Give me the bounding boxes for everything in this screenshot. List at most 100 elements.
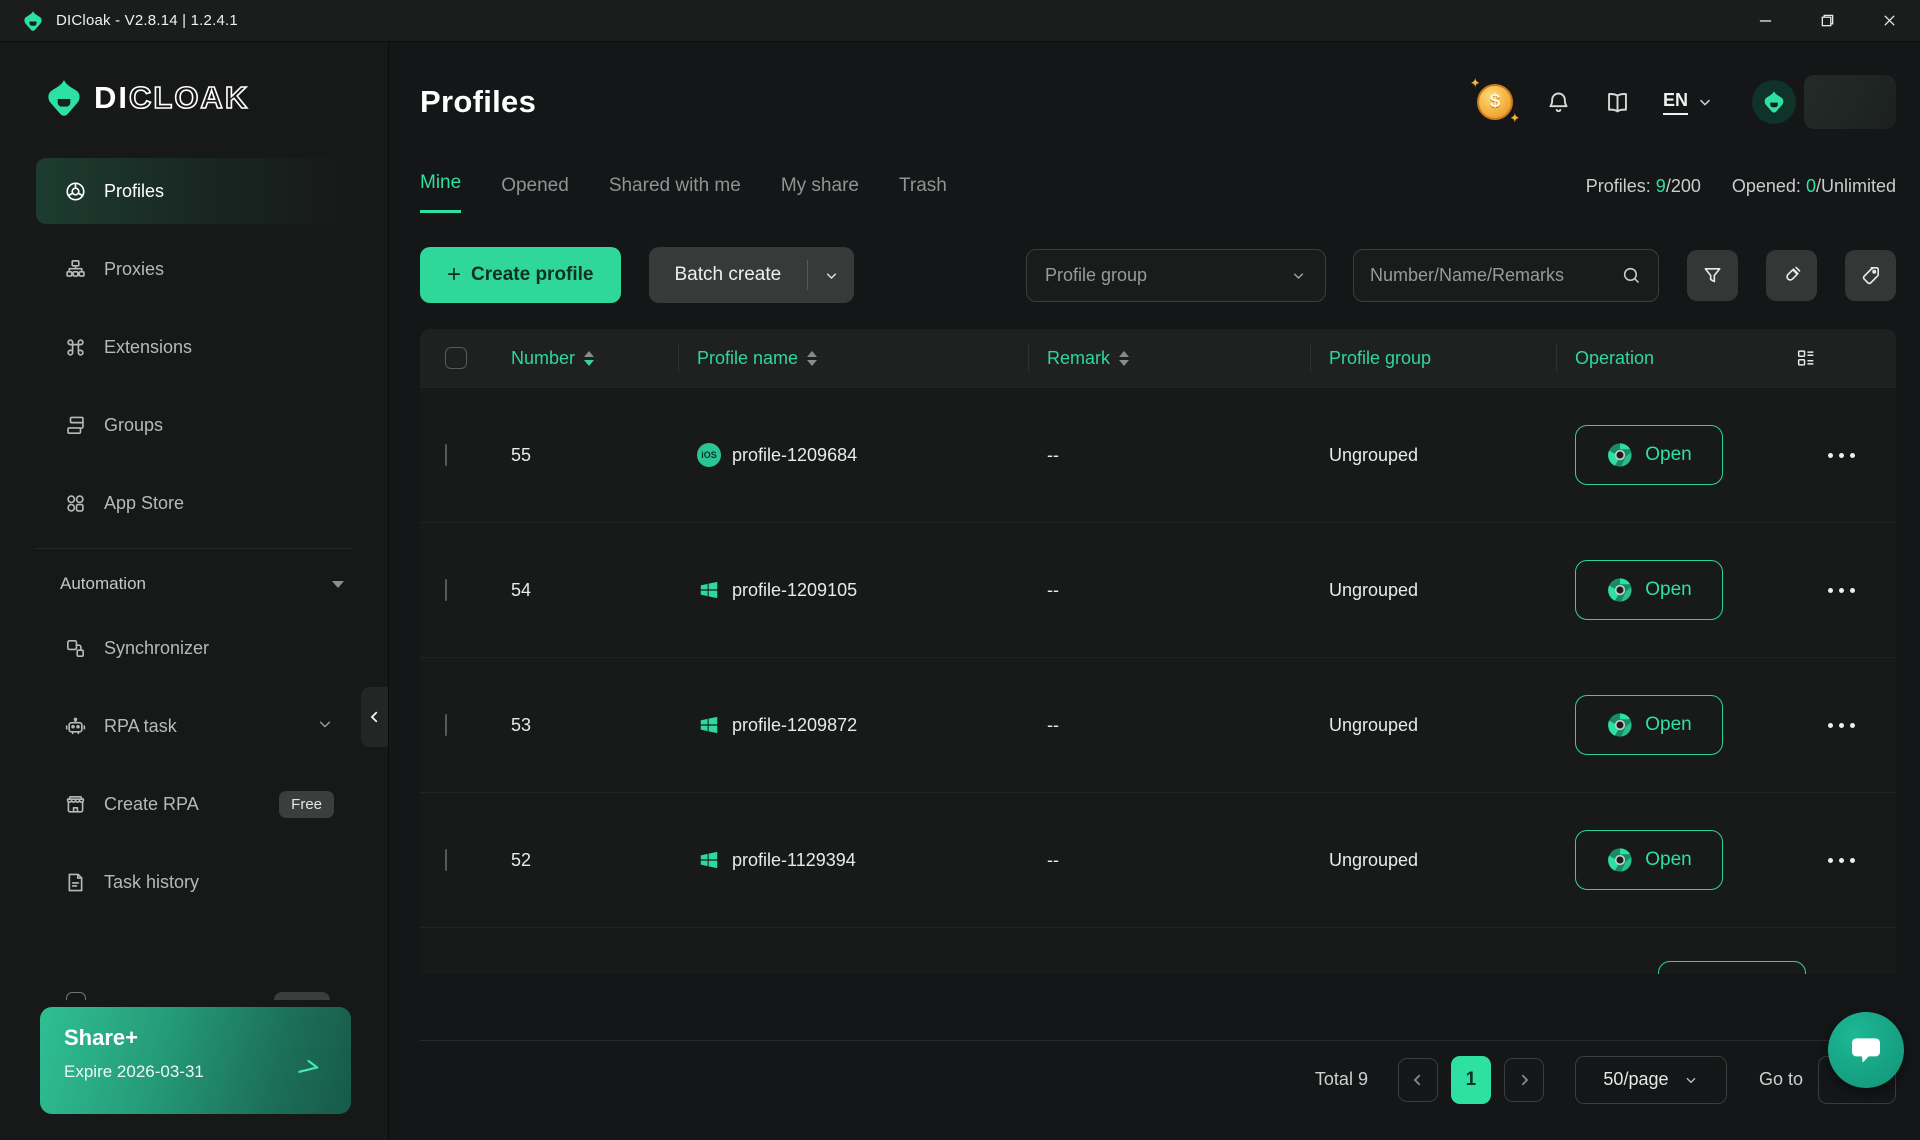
browser-icon — [1608, 848, 1632, 872]
close-button[interactable] — [1858, 0, 1920, 41]
cell-profile-name: iOS profile-1209105 — [697, 578, 1047, 602]
column-settings-button[interactable] — [1795, 329, 1817, 387]
sidebar-item-clipped — [36, 986, 352, 1000]
column-header-number[interactable]: Number — [511, 329, 697, 387]
column-header-profile-name[interactable]: Profile name — [697, 329, 1047, 387]
sidebar-item-label: Profiles — [104, 180, 165, 201]
sidebar-nav: Profiles Proxies Extensions Groups App S… — [0, 158, 388, 536]
sidebar-collapse-handle[interactable] — [361, 687, 388, 747]
open-profile-button[interactable]: Open — [1575, 830, 1723, 890]
row-checkbox[interactable] — [445, 848, 447, 871]
docs-book-icon[interactable] — [1604, 89, 1631, 116]
user-avatar[interactable] — [1752, 80, 1796, 124]
share-plus-card[interactable]: Share+ Expire 2026-03-31 — [40, 1007, 351, 1114]
chevron-down-icon — [1293, 272, 1304, 279]
main-content: Profiles $ ✦ ✦ EN Mine Opened Shared wit… — [389, 42, 1920, 1140]
filter-button[interactable] — [1687, 249, 1738, 301]
tab-shared-with-me[interactable]: Shared with me — [609, 175, 741, 213]
create-profile-button[interactable]: + Create profile — [420, 247, 621, 303]
row-more-button[interactable] — [1781, 452, 1871, 458]
tab-my-share[interactable]: My share — [781, 175, 859, 213]
open-profile-button[interactable]: Open — [1575, 425, 1723, 485]
column-header-remark[interactable]: Remark — [1047, 329, 1329, 387]
sidebar-item-proxies[interactable]: Proxies — [36, 236, 352, 302]
tab-opened[interactable]: Opened — [501, 175, 569, 213]
clear-filters-button[interactable] — [1766, 249, 1817, 301]
sidebar-item-app-store[interactable]: App Store — [36, 470, 352, 536]
prev-page-button[interactable] — [1397, 1057, 1438, 1102]
sidebar-item-extensions[interactable]: Extensions — [36, 314, 352, 380]
tab-trash[interactable]: Trash — [899, 175, 947, 213]
sidebar-item-task-history[interactable]: Task history — [36, 849, 352, 915]
chevron-down-icon — [826, 272, 836, 279]
search-input[interactable] — [1370, 264, 1621, 286]
share-expire: Expire 2026-03-31 — [64, 1062, 204, 1081]
sidebar-item-label: Create RPA — [104, 793, 199, 814]
row-checkbox[interactable] — [445, 578, 447, 601]
profile-group-select[interactable]: Profile group — [1026, 248, 1326, 302]
sidebar-item-profiles[interactable]: Profiles — [36, 158, 352, 224]
brand-logo-text: DICLOAK — [94, 79, 250, 116]
sort-icon[interactable] — [584, 350, 595, 366]
sidebar-item-synchronizer[interactable]: Synchronizer — [36, 615, 352, 681]
maximize-button[interactable] — [1796, 0, 1858, 41]
chevron-down-icon — [1699, 99, 1711, 106]
sidebar-item-label: Synchronizer — [104, 637, 210, 658]
open-profile-button[interactable]: Open — [1575, 695, 1723, 755]
table-row: 54 iOS profile-1209105 -- Ungrouped — [420, 522, 1896, 657]
row-more-button[interactable] — [1781, 587, 1871, 593]
row-checkbox[interactable] — [445, 443, 447, 466]
minimize-button[interactable] — [1734, 0, 1796, 41]
profiles-table: Number Profile name Remark Profile group… — [420, 329, 1896, 974]
row-more-button[interactable] — [1781, 857, 1871, 863]
cell-remark: -- — [1047, 444, 1059, 465]
tab-mine[interactable]: Mine — [420, 172, 462, 213]
batch-create-button[interactable]: Batch create — [648, 247, 855, 303]
triangle-down-icon — [332, 580, 344, 588]
cell-profile-group: Ungrouped — [1329, 714, 1419, 735]
sidebar-item-rpa-task[interactable]: RPA task — [36, 693, 352, 759]
app-store-icon — [67, 494, 84, 512]
profiles-used: 9 — [1655, 176, 1666, 196]
next-page-button[interactable] — [1503, 1057, 1544, 1102]
chat-bubble-icon — [1852, 1038, 1880, 1063]
coin-rewards-icon[interactable]: $ ✦ ✦ — [1471, 78, 1519, 124]
sidebar-section-automation[interactable]: Automation — [60, 567, 344, 601]
language-selector[interactable]: EN — [1662, 90, 1714, 115]
sidebar-item-groups[interactable]: Groups — [36, 392, 352, 458]
cell-profile-group: Ungrouped — [1329, 579, 1419, 600]
section-label: Automation — [60, 574, 146, 593]
cell-number: 54 — [511, 579, 532, 600]
robot-icon — [65, 717, 86, 734]
sidebar-item-label: App Store — [104, 492, 185, 513]
cell-remark: -- — [1047, 849, 1059, 870]
search-icon[interactable] — [1621, 265, 1642, 286]
cell-remark: -- — [1047, 579, 1059, 600]
total-count: Total 9 — [1314, 1069, 1368, 1089]
chevron-left-icon — [1413, 1074, 1421, 1085]
sort-icon[interactable] — [807, 350, 818, 366]
open-profile-button[interactable] — [1658, 961, 1806, 974]
open-profile-button[interactable]: Open — [1575, 560, 1723, 620]
select-all-checkbox[interactable] — [445, 347, 467, 369]
browser-profile-icon — [66, 181, 85, 201]
sidebar-item-create-rpa[interactable]: Create RPA Free — [36, 771, 352, 837]
synchronizer-icon — [67, 639, 84, 657]
table-header-row: Number Profile name Remark Profile group… — [420, 329, 1896, 387]
current-page[interactable]: 1 — [1450, 1055, 1491, 1104]
notifications-bell-icon[interactable] — [1545, 89, 1572, 116]
cell-profile-group: Ungrouped — [1329, 849, 1419, 870]
row-checkbox[interactable] — [445, 713, 447, 736]
row-more-button[interactable] — [1781, 722, 1871, 728]
sidebar-item-label: Extensions — [104, 336, 193, 357]
browser-icon — [1608, 578, 1632, 602]
batch-create-dropdown[interactable] — [808, 267, 854, 284]
page-title: Profiles — [420, 84, 537, 119]
chevron-down-icon — [316, 715, 334, 738]
profile-tabs: Mine Opened Shared with me My share Tras… — [420, 172, 1896, 213]
tags-button[interactable] — [1845, 249, 1896, 301]
sort-icon[interactable] — [1119, 350, 1130, 366]
page-size-select[interactable]: 50/page — [1574, 1055, 1727, 1104]
command-icon — [67, 338, 84, 356]
support-chat-button[interactable] — [1828, 1012, 1904, 1088]
